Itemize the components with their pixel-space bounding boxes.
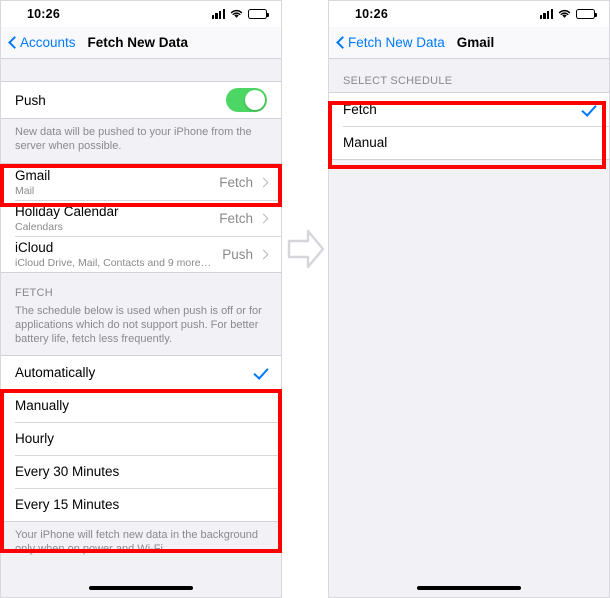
account-row-right: Push [222,247,267,262]
account-title: Holiday Calendar [15,203,119,219]
fetch-option-label: Hourly [15,431,55,446]
push-group: Push [1,81,281,119]
fetch-section-description: The schedule below is used when push is … [1,304,281,355]
status-time: 10:26 [355,7,388,21]
right-arrow-icon [286,224,326,274]
chevron-right-icon [260,177,267,188]
account-row-icloud[interactable]: iCloud iCloud Drive, Mail, Contacts and … [1,236,281,272]
account-row-right: Fetch [219,175,267,190]
account-row-main: iCloud iCloud Drive, Mail, Contacts and … [15,239,211,270]
account-value: Push [222,246,253,262]
fetch-option-label: Every 30 Minutes [15,464,120,479]
account-title: iCloud [15,239,54,255]
battery-icon [576,9,597,19]
account-title: Gmail [15,167,51,183]
home-indicator [417,586,521,590]
page-title: Fetch New Data [87,35,189,50]
fetch-section-footnote: Your iPhone will fetch new data in the b… [1,522,281,566]
chevron-left-icon [9,36,17,49]
left-nav-bar: Accounts Fetch New Data [1,27,281,59]
account-subtitle: Mail [15,184,35,197]
chevron-left-icon [337,36,345,49]
right-content: SELECT SCHEDULE Fetch Manual [329,59,609,597]
account-value: Fetch [219,210,253,226]
checkmark-icon [253,366,267,380]
home-indicator [89,586,193,590]
account-row-gmail[interactable]: Gmail Mail Fetch [1,164,281,200]
fetch-option-automatically[interactable]: Automatically [1,356,281,389]
account-row-main: Holiday Calendar Calendars [15,203,119,234]
select-schedule-group: Fetch Manual [329,92,609,160]
fetch-option-label: Manually [15,398,70,413]
page-title: Gmail [456,35,495,50]
fetch-options-group: Automatically Manually Hourly Every 30 M… [1,355,281,522]
fetch-option-manually[interactable]: Manually [1,389,281,422]
push-footnote: New data will be pushed to your iPhone f… [1,119,281,163]
fetch-section-header: FETCH [1,273,281,304]
chevron-right-icon [260,213,267,224]
cellular-bars-icon [539,9,553,19]
push-label: Push [15,92,46,108]
push-row[interactable]: Push [1,82,281,118]
account-value: Fetch [219,174,253,190]
fetch-option-label: Every 15 Minutes [15,497,120,512]
schedule-option-label: Fetch [343,102,377,117]
accounts-group: Gmail Mail Fetch Holiday Calendar Calend… [1,163,281,273]
left-phone-panel: 10:26 Accounts Fetch New Data Push New d… [0,0,282,598]
cellular-bars-icon [211,9,225,19]
schedule-option-label: Manual [343,135,388,150]
account-subtitle: Calendars [15,220,63,233]
fetch-option-every-15-minutes[interactable]: Every 15 Minutes [1,488,281,521]
account-row-holiday-calendar[interactable]: Holiday Calendar Calendars Fetch [1,200,281,236]
back-button-label: Fetch New Data [348,35,445,50]
status-icons [211,9,269,19]
back-button-accounts[interactable]: Accounts [9,35,76,50]
status-time: 10:26 [27,7,60,21]
schedule-option-manual[interactable]: Manual [329,126,609,159]
fetch-option-label: Automatically [15,365,96,380]
right-phone-panel: 10:26 Fetch New Data Gmail SELECT SCHEDU… [328,0,610,598]
account-row-right: Fetch [219,211,267,226]
status-icons [539,9,597,19]
back-button-fetch-new-data[interactable]: Fetch New Data [337,35,445,50]
right-status-bar: 10:26 [329,1,609,27]
left-status-bar: 10:26 [1,1,281,27]
screenshot-stage: 10:26 Accounts Fetch New Data Push New d… [0,0,610,598]
checkmark-icon [581,103,595,117]
account-row-main: Gmail Mail [15,167,50,198]
fetch-option-hourly[interactable]: Hourly [1,422,281,455]
account-subtitle: iCloud Drive, Mail, Contacts and 9 more… [15,256,212,269]
wifi-icon [558,9,571,19]
select-schedule-header: SELECT SCHEDULE [329,59,609,92]
back-button-label: Accounts [20,35,76,50]
push-toggle[interactable] [226,88,267,112]
schedule-option-fetch[interactable]: Fetch [329,93,609,126]
battery-icon [248,9,269,19]
toggle-knob [244,89,265,111]
right-nav-bar: Fetch New Data Gmail [329,27,609,59]
left-content: Push New data will be pushed to your iPh… [1,59,281,597]
chevron-right-icon [260,249,267,260]
fetch-option-every-30-minutes[interactable]: Every 30 Minutes [1,455,281,488]
push-row-main: Push [15,92,46,109]
top-spacer [1,59,281,81]
wifi-icon [230,9,243,19]
